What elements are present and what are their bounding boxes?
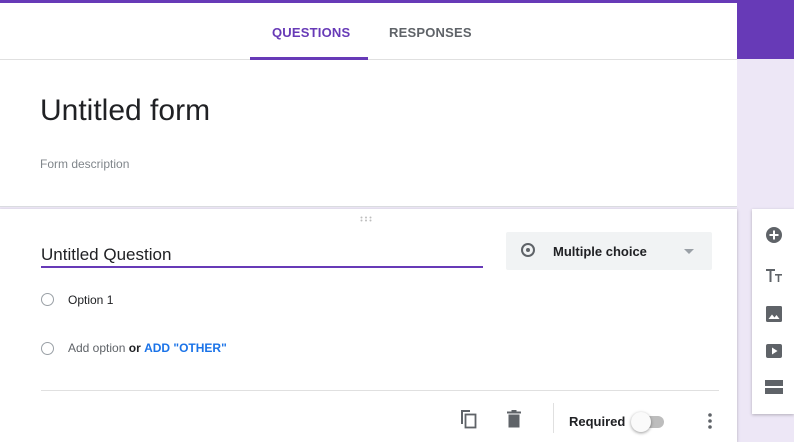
add-option-field[interactable]: Add option (68, 341, 125, 355)
duplicate-icon[interactable] (459, 409, 477, 429)
footer-separator (553, 403, 554, 433)
option-1-label[interactable]: Option 1 (68, 293, 113, 307)
forms-editor: QUESTIONS RESPONSES Untitled form Form d… (0, 0, 794, 442)
add-option-row: Add option or ADD "OTHER" (68, 341, 227, 355)
add-option-radio-icon (41, 342, 54, 355)
question-title-input[interactable]: Untitled Question (41, 245, 171, 265)
more-options-icon[interactable] (704, 412, 716, 430)
question-type-dropdown[interactable]: Multiple choice (506, 232, 712, 270)
add-title-icon[interactable] (765, 267, 783, 285)
add-question-icon[interactable] (765, 226, 783, 244)
add-other-link[interactable]: ADD "OTHER" (144, 341, 227, 355)
required-label: Required (569, 414, 626, 429)
or-text: or (128, 341, 141, 355)
radio-button-icon (521, 243, 535, 257)
form-description-field[interactable]: Form description (40, 157, 129, 171)
form-header-card: Untitled form Form description (0, 60, 737, 207)
tab-questions[interactable]: QUESTIONS (272, 25, 350, 40)
question-card[interactable]: Untitled Question Multiple choice Option… (0, 209, 737, 442)
add-image-icon[interactable] (765, 305, 783, 323)
add-section-icon[interactable] (765, 378, 783, 396)
required-toggle[interactable] (631, 412, 664, 432)
question-toolbar (752, 209, 794, 414)
add-video-icon[interactable] (765, 342, 783, 360)
drag-handle-icon[interactable] (360, 214, 372, 225)
option-radio-icon (41, 293, 54, 306)
question-type-label: Multiple choice (553, 244, 647, 259)
form-title[interactable]: Untitled form (40, 94, 210, 128)
tab-responses[interactable]: RESPONSES (389, 25, 472, 40)
question-title-underline (41, 266, 483, 268)
theme-accent-block (737, 0, 794, 59)
toggle-knob (631, 412, 651, 432)
tab-bar: QUESTIONS RESPONSES (0, 3, 737, 60)
dropdown-arrow-icon (684, 249, 694, 254)
delete-icon[interactable] (506, 410, 522, 428)
card-footer-divider (41, 390, 719, 391)
